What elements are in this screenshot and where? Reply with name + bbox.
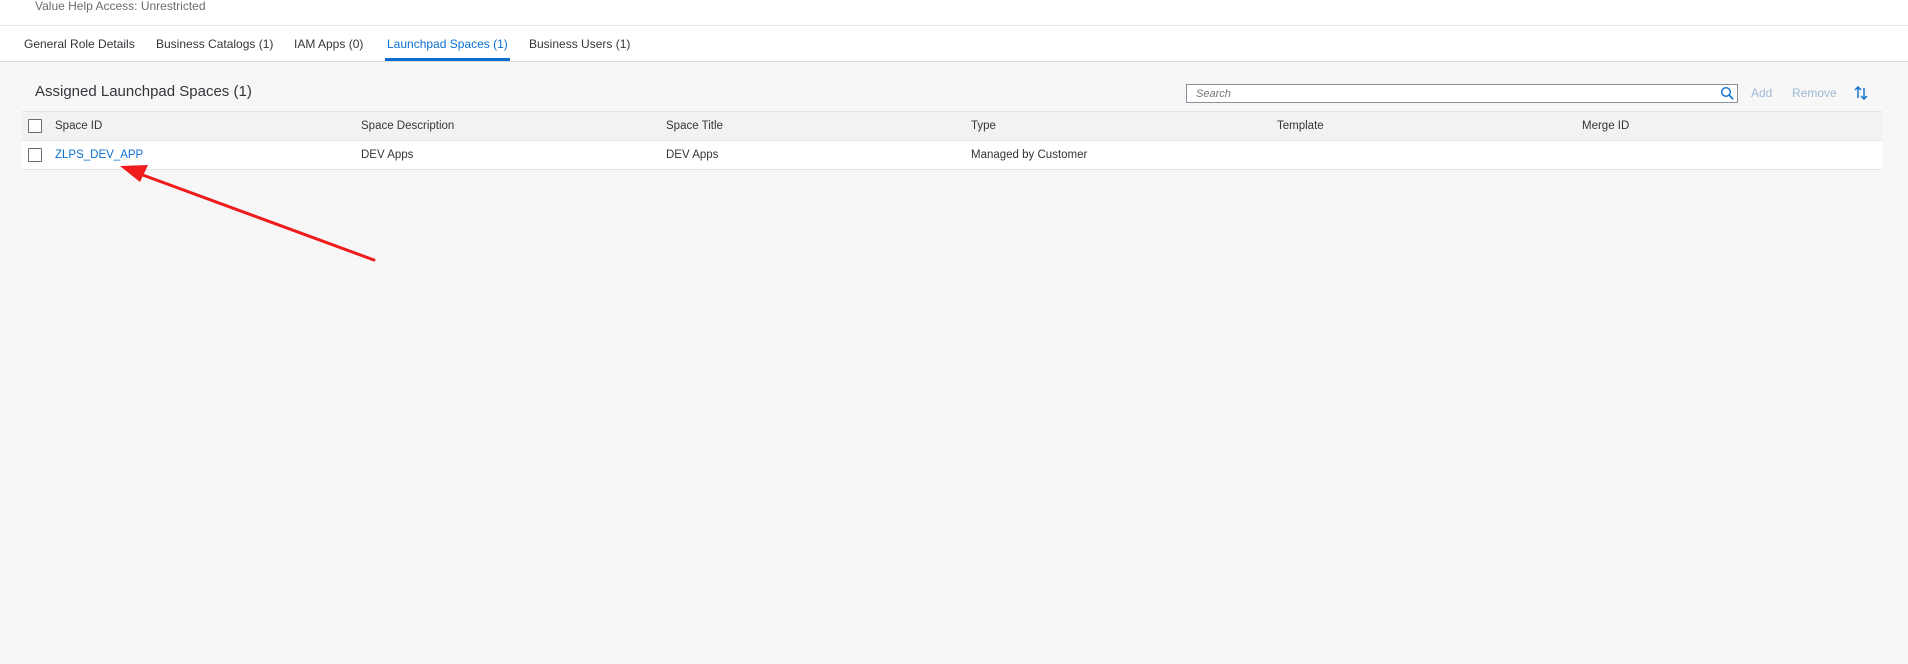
tab-business-users[interactable]: Business Users (1) [529,26,630,61]
column-header-space-description[interactable]: Space Description [361,112,454,140]
remove-button[interactable]: Remove [1792,86,1837,100]
launchpad-spaces-table: Space ID Space Description Space Title T… [22,111,1882,170]
column-header-template[interactable]: Template [1277,112,1324,140]
column-header-type[interactable]: Type [971,112,996,140]
add-button[interactable]: Add [1751,86,1772,100]
value-help-access-label: Value Help Access: Unrestricted [35,0,206,13]
app-page: Value Help Access: Unrestricted General … [0,0,1908,664]
search-input[interactable] [1187,85,1716,102]
tab-general-role-details[interactable]: General Role Details [24,26,135,61]
search-icon[interactable] [1720,86,1734,100]
type-cell: Managed by Customer [971,149,1088,161]
space-title-cell: DEV Apps [666,149,719,161]
column-header-space-title[interactable]: Space Title [666,112,723,140]
table-row[interactable]: ZLPS_DEV_APP DEV Apps DEV Apps Managed b… [22,141,1882,170]
sort-icon[interactable] [1853,85,1869,101]
row-select-checkbox[interactable] [28,148,42,162]
space-id-link[interactable]: ZLPS_DEV_APP [55,141,143,169]
column-header-space-id[interactable]: Space ID [55,112,102,140]
column-header-merge-id[interactable]: Merge ID [1582,112,1629,140]
space-description-cell: DEV Apps [361,149,414,161]
table-header-row: Space ID Space Description Space Title T… [22,111,1882,141]
tab-bar: General Role Details Business Catalogs (… [0,26,1908,62]
object-header: Value Help Access: Unrestricted [0,0,1908,26]
table-title: Assigned Launchpad Spaces (1) [35,83,252,100]
tab-iam-apps[interactable]: IAM Apps (0) [294,26,363,61]
tab-launchpad-spaces[interactable]: Launchpad Spaces (1) [385,26,510,61]
search-field[interactable] [1186,84,1738,103]
tab-business-catalogs[interactable]: Business Catalogs (1) [156,26,273,61]
select-all-checkbox[interactable] [28,119,42,133]
